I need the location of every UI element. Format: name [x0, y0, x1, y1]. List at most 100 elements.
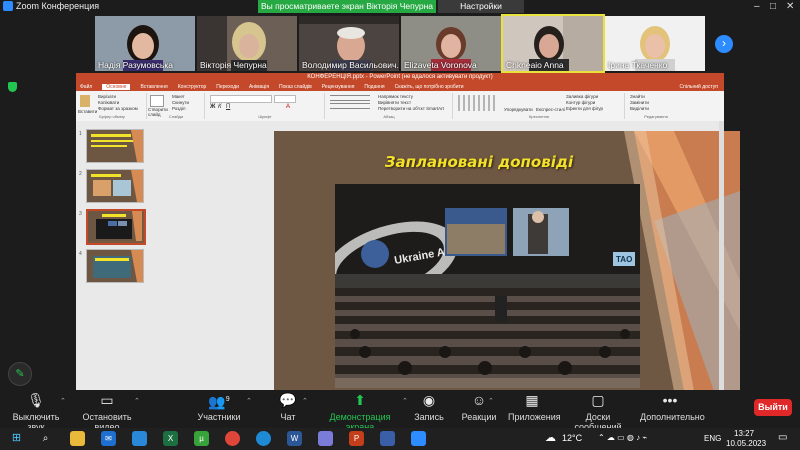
smartart-button[interactable]: Перетворити на об'єкт SmartArt [378, 106, 444, 112]
list-buttons-icon[interactable] [330, 95, 370, 101]
windows-start-icon[interactable]: ⊞ [9, 431, 24, 446]
slide-thumbnail-selected[interactable] [86, 209, 146, 245]
tab-slideshow[interactable]: Показ слайдів [279, 84, 312, 90]
viber-icon[interactable] [318, 431, 333, 446]
chat-label: Чат [280, 412, 296, 422]
shared-screen-powerpoint[interactable]: КОНФЕРЕНЦІЯ.pptx - PowerPoint (не вдалос… [76, 73, 740, 391]
slide-thumbnail-image [88, 211, 142, 241]
slide-thumbnail-image [87, 170, 143, 202]
quick-styles-button[interactable]: Експрес-стилі [536, 107, 565, 113]
slide-title[interactable]: Заплановані доповіді [374, 153, 584, 171]
participants-button[interactable]: 👥9 Участники [196, 392, 242, 422]
tab-insert[interactable]: Вставлення [140, 84, 167, 90]
tab-animations[interactable]: Анімація [249, 84, 269, 90]
format-painter-button[interactable]: Формат за зразком [98, 106, 138, 112]
bold-icon[interactable]: Ж [210, 104, 215, 110]
font-name-box[interactable] [210, 95, 272, 103]
temperature-text[interactable]: 12°C [562, 433, 582, 443]
tell-me-search[interactable]: Скажіть, що потрібно зробити [395, 84, 464, 90]
align-buttons-icon[interactable] [330, 103, 370, 109]
record-button[interactable]: ◉ Запись [414, 392, 444, 422]
tao-sign-text: TAO [616, 255, 632, 264]
slide-vertical-scrollbar[interactable] [719, 121, 724, 391]
powerpoint-icon[interactable]: P [349, 431, 364, 446]
reactions-chevron-icon[interactable]: ⌃ [488, 397, 494, 405]
tab-design[interactable]: Конструктор [178, 84, 207, 90]
mute-button[interactable]: 🎙 Выключить звук [4, 392, 68, 432]
stop-video-button[interactable]: ▭ Остановить видео [72, 392, 142, 432]
share-screen-button[interactable]: ⬆ Демонстрация экрана [318, 392, 402, 432]
word-icon[interactable]: W [287, 431, 302, 446]
slide-thumbnail[interactable] [86, 169, 144, 203]
slide-photo-conference-hall[interactable]: Ukraine Assembly TAO [335, 184, 640, 388]
whiteboards-button[interactable]: ▢ Доски сообщений [563, 392, 633, 432]
participant-tile[interactable]: Ірина Ткаченко [605, 16, 705, 71]
ppt-title-bar: КОНФЕРЕНЦІЯ.pptx - PowerPoint (не вдалос… [76, 73, 724, 82]
tab-home[interactable]: Основне [102, 83, 131, 90]
section-button[interactable]: Розділ [172, 106, 185, 112]
reactions-label: Реакции [461, 412, 497, 422]
audio-options-chevron-icon[interactable]: ⌃ [60, 397, 66, 405]
maximize-button[interactable]: □ [770, 0, 776, 13]
share-button[interactable]: Спільний доступ [680, 84, 718, 90]
save-icon[interactable] [380, 431, 395, 446]
group-label: Буфер обміну [99, 114, 125, 119]
slide-thumbnail[interactable] [86, 249, 144, 283]
next-page-arrow-icon[interactable]: › [715, 35, 733, 53]
store-icon[interactable] [132, 431, 147, 446]
file-explorer-icon[interactable] [70, 431, 85, 446]
tray-icons[interactable]: ⌃ ☁ ▭ ◍ ♪ ⌁ [598, 433, 647, 442]
chat-button[interactable]: 💬 Чат [276, 392, 300, 422]
participant-tile-active-speaker[interactable]: Chkneaio Anna [501, 14, 605, 73]
notifications-icon[interactable]: ▭ [778, 432, 787, 443]
select-button[interactable]: Виділити [630, 106, 649, 112]
minimize-button[interactable]: – [754, 0, 760, 13]
annotate-pen-icon[interactable]: ✎ [8, 362, 32, 386]
font-size-box[interactable] [274, 95, 296, 103]
search-icon[interactable]: ⌕ [38, 431, 53, 446]
mail-icon[interactable]: ✉ [101, 431, 116, 446]
window-title: Zoom Конференция [16, 1, 100, 11]
apps-button[interactable]: ▦ Приложения [508, 392, 561, 422]
slide-thumbnail[interactable] [86, 129, 144, 163]
clock-date[interactable]: 10.05.2023 [726, 439, 766, 448]
video-options-chevron-icon[interactable]: ⌃ [134, 397, 140, 405]
underline-icon[interactable]: П [226, 104, 230, 110]
zoom-taskbar-icon[interactable] [411, 431, 426, 446]
edge-icon[interactable] [256, 431, 271, 446]
participant-name: Володимир Васильович... [302, 60, 399, 70]
tab-file[interactable]: Файл [80, 84, 92, 90]
leave-meeting-button[interactable]: Выйти [754, 399, 792, 416]
torrent-icon[interactable]: µ [194, 431, 209, 446]
shapes-gallery-icon[interactable] [458, 95, 498, 111]
tab-transitions[interactable]: Переходи [216, 84, 239, 90]
tab-review[interactable]: Рецензування [322, 84, 355, 90]
participants-chevron-icon[interactable]: ⌃ [246, 397, 252, 405]
participant-tile[interactable]: Надія Разумовська [95, 16, 195, 71]
slide-number: 4 [79, 251, 82, 257]
tab-view[interactable]: Подання [364, 84, 384, 90]
participant-tile[interactable]: Володимир Васильович... [299, 16, 399, 71]
view-options-button[interactable]: Настройки просмотра [438, 0, 524, 24]
italic-icon[interactable]: К [218, 104, 222, 110]
slide-number: 1 [79, 131, 82, 137]
current-slide[interactable]: Заплановані доповіді Ukraine Assembly TA… [274, 131, 740, 391]
participant-tile[interactable]: Elizaveta Voronova [401, 16, 501, 71]
excel-icon[interactable]: X [163, 431, 178, 446]
keyboard-language[interactable]: ENG [704, 434, 721, 443]
arrange-button[interactable]: Упорядкувати [504, 107, 533, 113]
more-button[interactable]: ••• Дополнительно [640, 392, 705, 422]
participant-tile[interactable]: Вікторія Чепурна [197, 16, 297, 71]
zoom-logo-icon [3, 1, 13, 11]
paragraph-group: Напрямок тексту Вирівняти текст Перетвор… [326, 93, 453, 119]
clock-time[interactable]: 13:27 [734, 429, 754, 438]
group-label: Редагування [644, 114, 668, 119]
share-chevron-icon[interactable]: ⌃ [402, 397, 408, 405]
chrome-icon[interactable] [225, 431, 240, 446]
shape-effects-button[interactable]: Ефекти для фігур [566, 106, 603, 112]
font-color-icon[interactable]: A [286, 104, 290, 110]
chat-chevron-icon[interactable]: ⌃ [302, 397, 308, 405]
ppt-ribbon: Вставити Вирізати Копіювати Формат за зр… [76, 91, 724, 122]
more-icon: ••• [662, 392, 678, 408]
close-window-button[interactable]: ✕ [786, 0, 794, 13]
